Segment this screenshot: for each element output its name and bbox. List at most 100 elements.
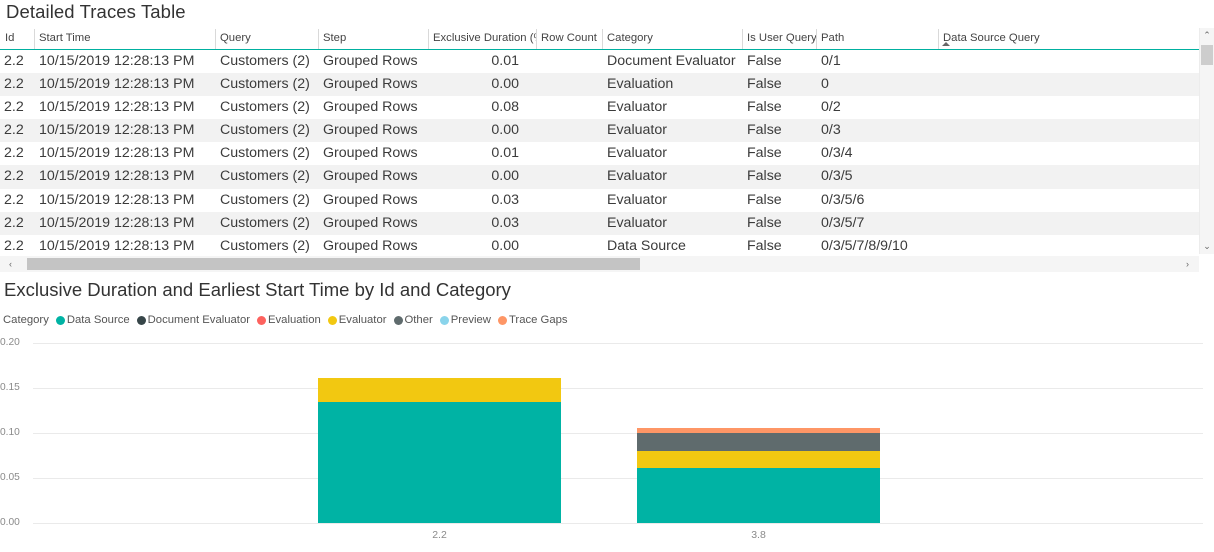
legend-label: Other (405, 314, 433, 326)
cell-is_user_query: False (742, 50, 816, 73)
chart-gridline (33, 388, 1203, 389)
cell-id: 2.2 (0, 73, 34, 96)
legend-item[interactable]: Evaluator (328, 314, 387, 326)
chart-bar-segment[interactable] (637, 468, 880, 523)
x-axis-tick-label: 2.2 (318, 529, 561, 541)
chart-bar-segment[interactable] (318, 378, 561, 402)
cell-path: 0/3/5/7/8/9/10 (816, 235, 938, 254)
cell-data_source_query (938, 142, 1199, 165)
detailed-traces-table: Id Start Time Query Step Exclusive Durat… (0, 28, 1214, 273)
table-row[interactable]: 2.210/15/2019 12:28:13 PMCustomers (2)Gr… (0, 96, 1199, 119)
legend-item[interactable]: Other (394, 314, 433, 326)
column-header-query[interactable]: Query (215, 28, 318, 49)
cell-step: Grouped Rows (318, 50, 428, 73)
column-header-category[interactable]: Category (602, 28, 742, 49)
table-row[interactable]: 2.210/15/2019 12:28:13 PMCustomers (2)Gr… (0, 50, 1199, 73)
cell-exclusive_duration: 0.01 (428, 50, 536, 73)
cell-row_count (536, 142, 602, 165)
cell-id: 2.2 (0, 212, 34, 235)
page-title: Detailed Traces Table (6, 1, 186, 23)
table-row[interactable]: 2.210/15/2019 12:28:13 PMCustomers (2)Gr… (0, 165, 1199, 188)
cell-is_user_query: False (742, 212, 816, 235)
column-header-path[interactable]: Path (816, 28, 938, 49)
column-header-start-time[interactable]: Start Time (34, 28, 215, 49)
column-divider[interactable] (428, 29, 429, 49)
column-header-step[interactable]: Step (318, 28, 428, 49)
cell-row_count (536, 50, 602, 73)
column-divider[interactable] (742, 29, 743, 49)
cell-start_time: 10/15/2019 12:28:13 PM (34, 212, 215, 235)
chart-bar-segment[interactable] (637, 428, 880, 433)
table-header-row: Id Start Time Query Step Exclusive Durat… (0, 28, 1199, 50)
cell-path: 0/3/4 (816, 142, 938, 165)
table-row[interactable]: 2.210/15/2019 12:28:13 PMCustomers (2)Gr… (0, 235, 1199, 254)
legend-item[interactable]: Trace Gaps (498, 314, 568, 326)
cell-step: Grouped Rows (318, 119, 428, 142)
scroll-up-icon[interactable]: ⌃ (1200, 28, 1214, 43)
column-header-id[interactable]: Id (0, 28, 34, 49)
column-divider[interactable] (318, 29, 319, 49)
cell-is_user_query: False (742, 189, 816, 212)
legend-item[interactable]: Evaluation (257, 314, 321, 326)
cell-data_source_query (938, 212, 1199, 235)
column-header-row-count[interactable]: Row Count (536, 28, 602, 49)
cell-query: Customers (2) (215, 142, 318, 165)
legend-item[interactable]: Document Evaluator (137, 314, 250, 326)
scroll-right-icon[interactable]: › (1180, 256, 1195, 272)
table-horizontal-scrollbar[interactable]: ‹ › (0, 256, 1199, 272)
chart-title: Exclusive Duration and Earliest Start Ti… (4, 279, 511, 301)
cell-exclusive_duration: 0.00 (428, 165, 536, 188)
legend-label: Preview (451, 314, 491, 326)
sort-ascending-icon (942, 42, 950, 46)
column-header-data-source-query[interactable]: Data Source Query (938, 28, 1199, 49)
column-header-is-user-query[interactable]: Is User Query (742, 28, 816, 49)
horizontal-scroll-thumb[interactable] (27, 258, 640, 270)
column-divider[interactable] (938, 29, 939, 49)
chart-gridline (33, 523, 1203, 524)
cell-step: Grouped Rows (318, 235, 428, 254)
table-row[interactable]: 2.210/15/2019 12:28:13 PMCustomers (2)Gr… (0, 189, 1199, 212)
cell-step: Grouped Rows (318, 96, 428, 119)
column-header-exclusive-duration[interactable]: Exclusive Duration (%) (428, 28, 536, 49)
table-row[interactable]: 2.210/15/2019 12:28:13 PMCustomers (2)Gr… (0, 142, 1199, 165)
column-divider[interactable] (536, 29, 537, 49)
vertical-scroll-thumb[interactable] (1201, 45, 1213, 65)
chart-bar-segment[interactable] (637, 433, 880, 451)
cell-exclusive_duration: 0.08 (428, 96, 536, 119)
cell-step: Grouped Rows (318, 189, 428, 212)
cell-is_user_query: False (742, 165, 816, 188)
cell-exclusive_duration: 0.01 (428, 142, 536, 165)
table-row[interactable]: 2.210/15/2019 12:28:13 PMCustomers (2)Gr… (0, 119, 1199, 142)
chart-legend: Category Data SourceDocument EvaluatorEv… (3, 313, 575, 327)
cell-query: Customers (2) (215, 96, 318, 119)
column-divider[interactable] (215, 29, 216, 49)
cell-exclusive_duration: 0.00 (428, 119, 536, 142)
chart-bar-segment[interactable] (637, 451, 880, 468)
scroll-down-icon[interactable]: ⌄ (1200, 239, 1214, 254)
scroll-left-icon[interactable]: ‹ (3, 256, 18, 272)
column-divider[interactable] (34, 29, 35, 49)
chart-bar-segment[interactable] (318, 402, 561, 523)
chart-bar[interactable] (637, 428, 880, 523)
legend-item[interactable]: Preview (440, 314, 491, 326)
cell-data_source_query (938, 165, 1199, 188)
cell-category: Evaluator (602, 96, 742, 119)
table-row[interactable]: 2.210/15/2019 12:28:13 PMCustomers (2)Gr… (0, 212, 1199, 235)
cell-path: 0/1 (816, 50, 938, 73)
table-row[interactable]: 2.210/15/2019 12:28:13 PMCustomers (2)Gr… (0, 73, 1199, 96)
cell-start_time: 10/15/2019 12:28:13 PM (34, 142, 215, 165)
column-divider[interactable] (816, 29, 817, 49)
cell-start_time: 10/15/2019 12:28:13 PM (34, 50, 215, 73)
legend-swatch-icon (257, 316, 266, 325)
table-vertical-scrollbar[interactable]: ⌃ ⌄ (1199, 28, 1214, 254)
cell-row_count (536, 119, 602, 142)
cell-category: Data Source (602, 235, 742, 254)
column-divider[interactable] (602, 29, 603, 49)
chart-bar[interactable] (318, 378, 561, 523)
cell-exclusive_duration: 0.00 (428, 235, 536, 254)
legend-label: Evaluator (339, 314, 387, 326)
chart-gridline (33, 433, 1203, 434)
table-grid: Id Start Time Query Step Exclusive Durat… (0, 28, 1199, 254)
y-axis-tick-label: 0.05 (0, 472, 29, 483)
legend-item[interactable]: Data Source (56, 314, 130, 326)
